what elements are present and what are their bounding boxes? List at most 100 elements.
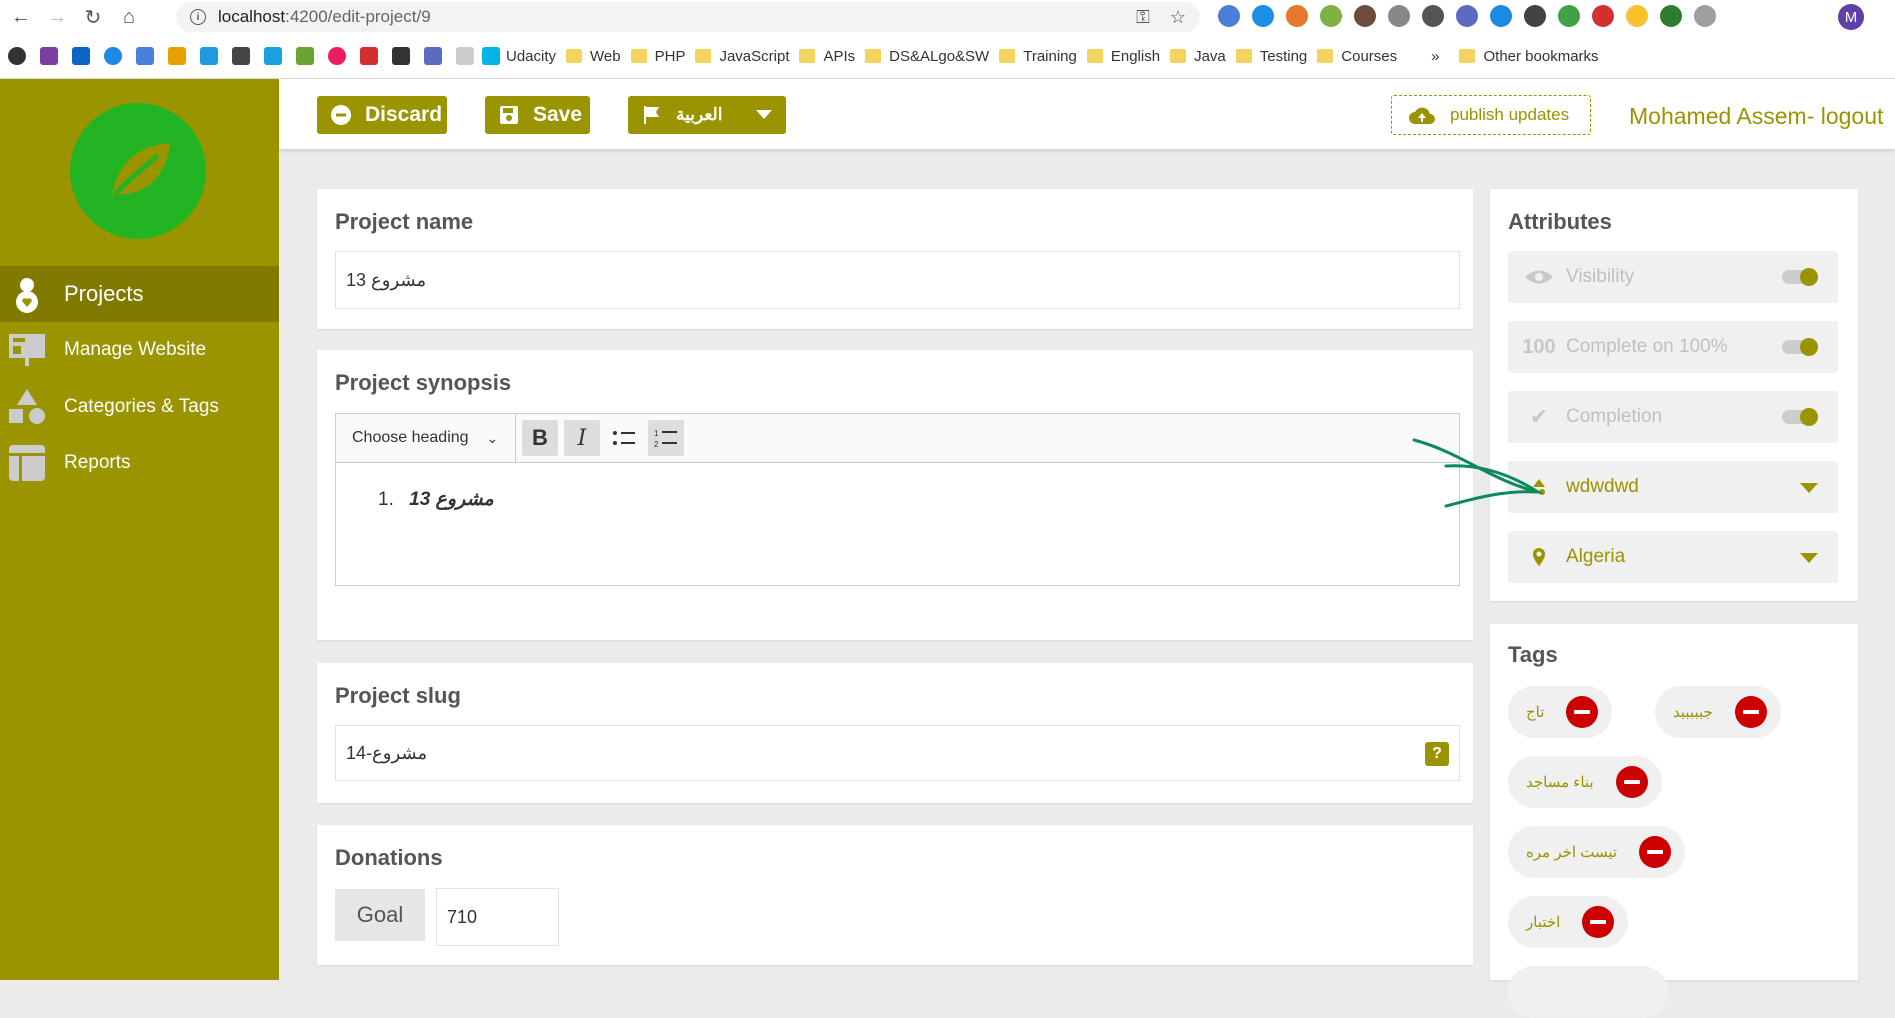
sidebar-item-categories-tags[interactable]: Categories & Tags <box>0 379 279 435</box>
extension-icon[interactable] <box>1626 5 1648 27</box>
publish-updates-button[interactable]: publish updates <box>1391 95 1591 135</box>
heading-select-label: Choose heading <box>352 429 469 446</box>
editor-toolbar: Choose heading ⌄ B I 12 <box>335 413 1460 463</box>
bookmark-folder[interactable]: PHP <box>630 48 685 65</box>
home-icon[interactable]: ⌂ <box>114 2 144 32</box>
browser-chrome: ← → ↻ ⌂ i localhost:4200/edit-project/9 … <box>0 0 1895 79</box>
language-select[interactable]: العربية <box>628 96 786 134</box>
country-select[interactable]: Algeria <box>1508 531 1838 583</box>
bookmark-icon[interactable] <box>328 47 346 65</box>
heading-select[interactable]: Choose heading ⌄ <box>336 414 516 462</box>
goal-label: Goal <box>335 889 425 941</box>
bookmarks-overflow[interactable]: » <box>1431 48 1439 65</box>
bookmark-label: APIs <box>823 47 856 65</box>
bookmark-icon[interactable] <box>392 47 410 65</box>
forward-icon[interactable]: → <box>42 2 72 32</box>
extension-icon[interactable] <box>1456 5 1478 27</box>
bookmark-icon[interactable] <box>40 47 58 65</box>
extension-icon[interactable] <box>1354 5 1376 27</box>
save-button[interactable]: Save <box>485 96 590 134</box>
bookmark-folder[interactable]: Web <box>566 48 621 65</box>
annotation-arrow-icon <box>1412 438 1544 508</box>
back-icon[interactable]: ← <box>6 2 36 32</box>
extension-icon[interactable] <box>1422 5 1444 27</box>
bookmark-folder[interactable]: Testing <box>1235 48 1307 65</box>
check-icon: ✔ <box>1529 404 1549 429</box>
bookmark-icon[interactable] <box>264 47 282 65</box>
bookmark-udacity[interactable]: Udacity <box>480 47 556 65</box>
section-title: Project name <box>335 209 474 234</box>
bookmark-icon[interactable] <box>136 47 154 65</box>
bookmark-icon[interactable] <box>8 47 26 65</box>
profile-avatar[interactable]: M <box>1838 4 1864 30</box>
bulleted-list-icon[interactable] <box>606 420 642 456</box>
leaf-icon <box>112 143 170 197</box>
page-icon[interactable] <box>456 47 474 65</box>
visibility-switch[interactable] <box>1782 268 1818 286</box>
sidebar-item-manage-website[interactable]: Manage Website <box>0 322 279 378</box>
bookmark-folder[interactable]: DS&ALgo&SW <box>865 48 989 65</box>
complete-toggle-row[interactable]: 100 Complete on 100% <box>1508 321 1838 373</box>
remove-tag-icon[interactable] <box>1566 696 1599 728</box>
remove-tag-icon[interactable] <box>1615 766 1648 798</box>
bookmark-label: Web <box>590 47 621 65</box>
extension-icon[interactable] <box>1320 5 1342 27</box>
user-logout-link[interactable]: Mohamed Assem- logout <box>1629 103 1883 130</box>
folder-icon <box>1086 49 1103 63</box>
address-bar[interactable]: i localhost:4200/edit-project/9 ⚿ ☆ <box>176 2 1200 32</box>
floppy-icon <box>499 105 519 125</box>
project-name-input[interactable]: مشروع 13 <box>335 251 1460 309</box>
tag-label: تيست اخر مره <box>1526 844 1618 861</box>
tag-label: تاج <box>1526 704 1545 721</box>
extension-icon[interactable] <box>1524 5 1546 27</box>
project-slug-input[interactable]: مشروع-14 ? <box>335 725 1460 781</box>
sidebar-item-reports[interactable]: Reports <box>0 435 279 491</box>
extension-icon[interactable] <box>1694 5 1716 27</box>
complete-switch[interactable] <box>1782 338 1818 356</box>
remove-tag-icon[interactable] <box>1582 906 1615 938</box>
bold-icon[interactable]: B <box>522 420 558 456</box>
project-synopsis-card: Project synopsis Choose heading ⌄ B I 12… <box>317 350 1473 640</box>
extension-icon[interactable] <box>1490 5 1512 27</box>
bookmark-folder[interactable]: APIs <box>799 48 855 65</box>
linkedin-icon[interactable] <box>72 47 90 65</box>
bookmark-icon[interactable] <box>104 47 122 65</box>
bookmark-folder[interactable]: Training <box>999 48 1077 65</box>
reload-icon[interactable]: ↻ <box>78 2 108 32</box>
extension-icon[interactable] <box>1252 5 1274 27</box>
bookmark-icon[interactable] <box>424 47 442 65</box>
bookmark-icon[interactable] <box>200 47 218 65</box>
numbered-list-icon[interactable]: 12 <box>648 420 684 456</box>
app-logo[interactable] <box>70 103 206 239</box>
goal-input[interactable]: 710 <box>436 888 559 946</box>
sidebar-item-projects[interactable]: Projects <box>0 266 279 322</box>
synopsis-editor[interactable]: 1. مشروع 13 <box>335 462 1460 586</box>
bookmark-icon[interactable] <box>360 47 378 65</box>
key-icon[interactable]: ⚿ <box>1136 7 1150 28</box>
extension-icon[interactable] <box>1558 5 1580 27</box>
bookmark-folder[interactable]: Courses <box>1317 48 1397 65</box>
help-icon[interactable]: ? <box>1425 742 1449 766</box>
info-icon[interactable]: i <box>190 9 206 25</box>
bookmark-folder[interactable]: English <box>1086 48 1160 65</box>
tag-label: جبببببد <box>1673 704 1713 721</box>
bookmark-icon[interactable] <box>296 47 314 65</box>
extension-icon[interactable] <box>1218 5 1240 27</box>
language-label: العربية <box>676 105 723 124</box>
remove-tag-icon[interactable] <box>1734 696 1767 728</box>
bookmark-folder[interactable]: Java <box>1170 48 1226 65</box>
italic-icon[interactable]: I <box>564 420 600 456</box>
bookmark-icon[interactable] <box>232 47 250 65</box>
extension-icon[interactable] <box>1286 5 1308 27</box>
extension-icon[interactable] <box>1660 5 1682 27</box>
other-bookmarks[interactable]: Other bookmarks <box>1459 48 1599 65</box>
star-icon[interactable]: ☆ <box>1170 7 1186 28</box>
completion-switch[interactable] <box>1782 408 1818 426</box>
extension-icon[interactable] <box>1388 5 1410 27</box>
extension-icon[interactable] <box>1592 5 1614 27</box>
bookmark-folder[interactable]: JavaScript <box>695 48 789 65</box>
discard-button[interactable]: Discard <box>317 96 447 134</box>
remove-tag-icon[interactable] <box>1639 836 1672 868</box>
bookmark-icon[interactable] <box>168 47 186 65</box>
visibility-toggle-row[interactable]: Visibility <box>1508 251 1838 303</box>
